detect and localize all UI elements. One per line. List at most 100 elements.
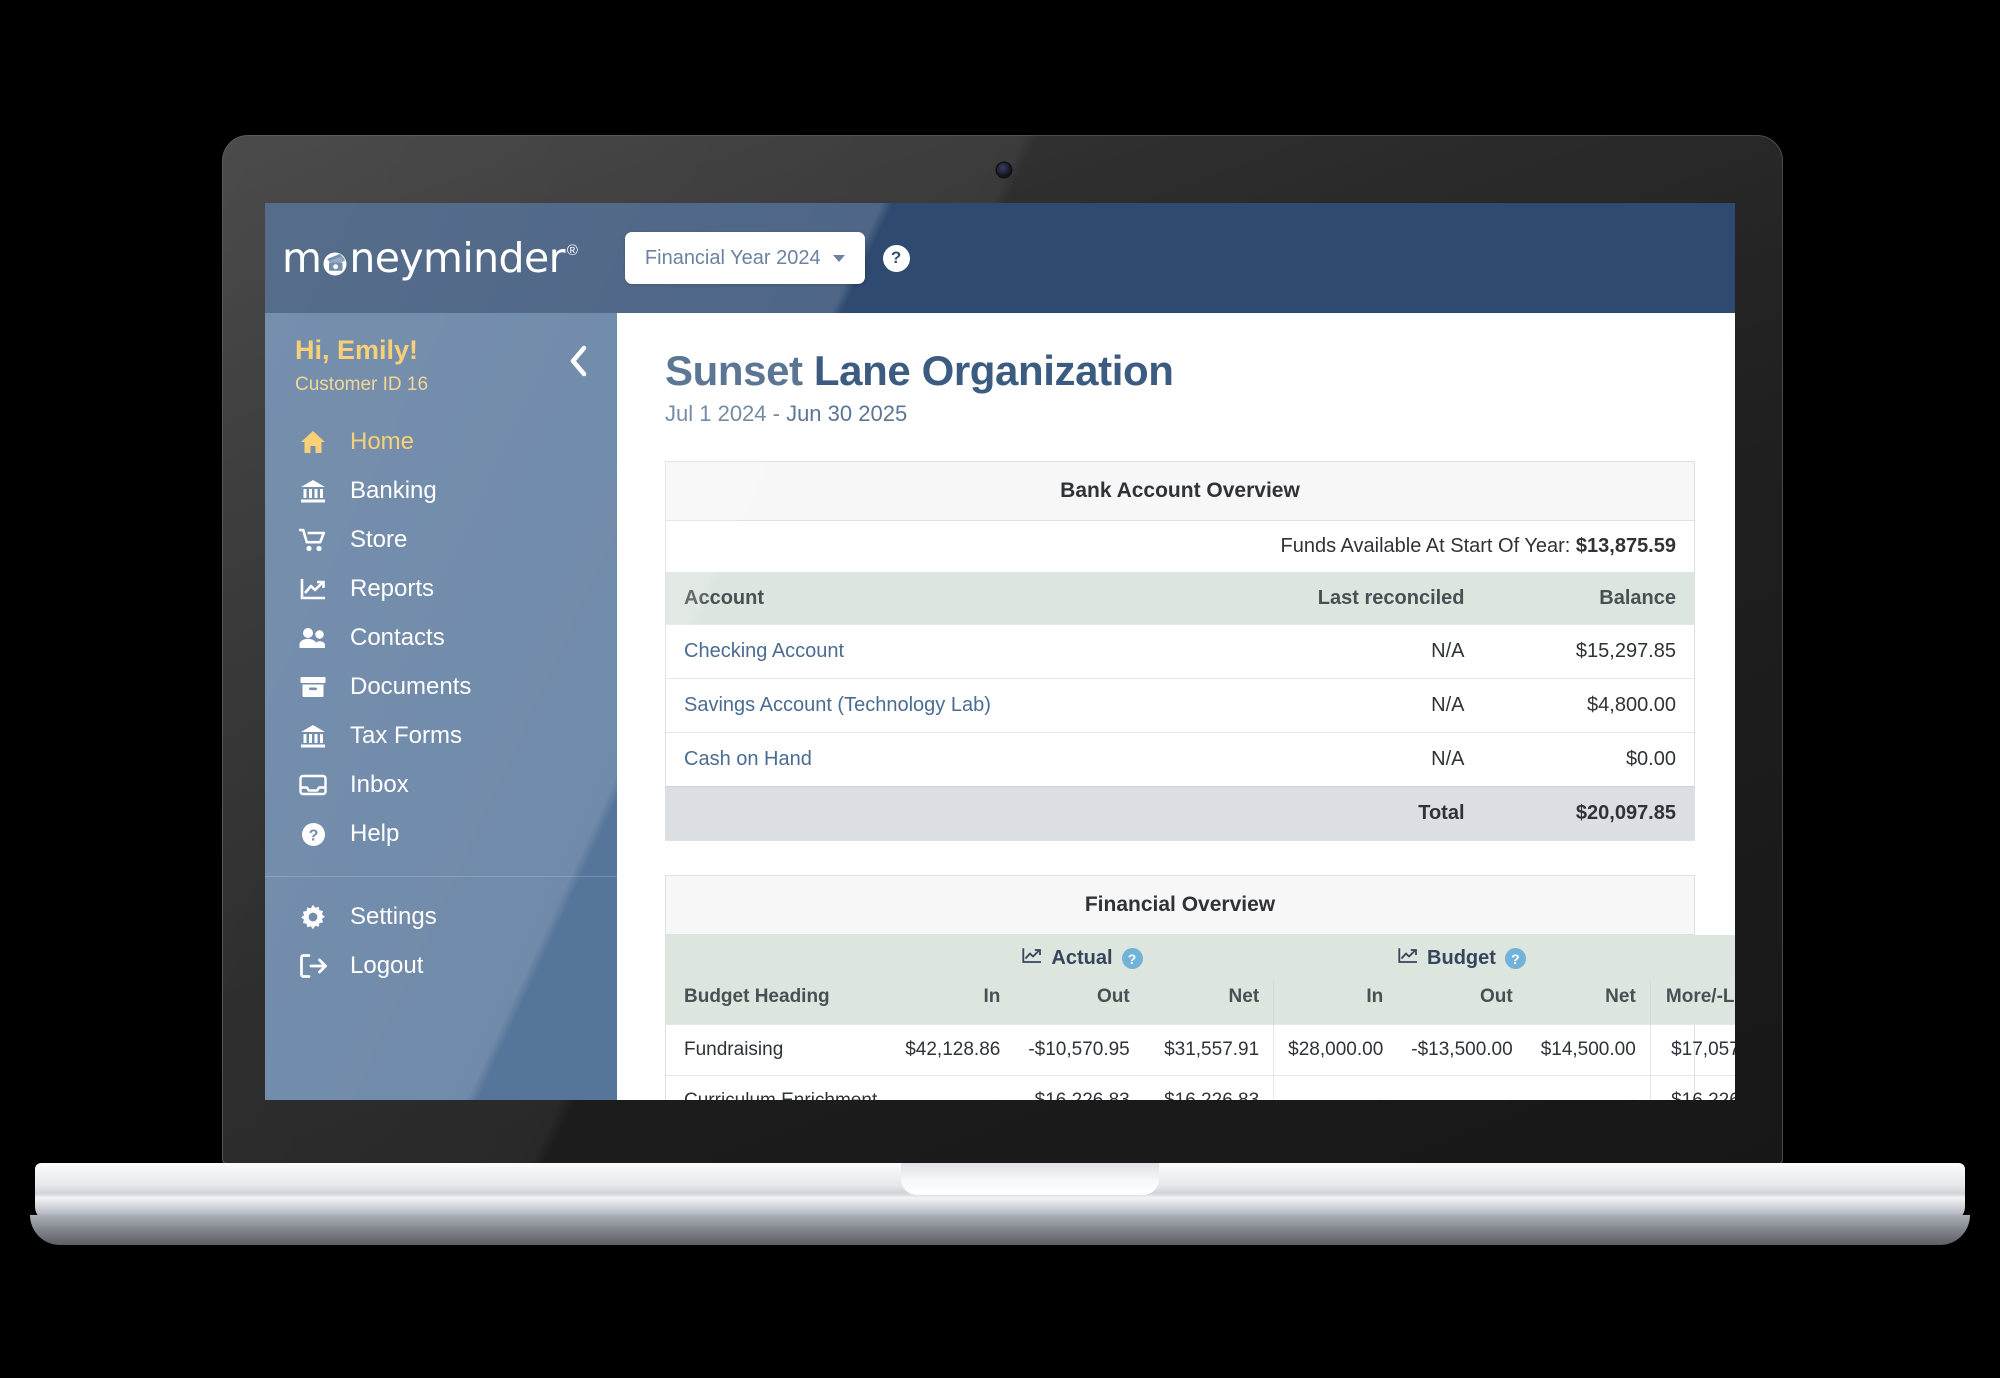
help-icon[interactable]: ?: [882, 244, 910, 272]
column-last-reconciled: Last reconciled: [1198, 573, 1483, 625]
column-budget-in: In: [1273, 980, 1398, 1025]
sidebar-item-label: Settings: [350, 903, 437, 930]
cell-balance: $15,297.85: [1482, 624, 1694, 679]
sidebar-item-logout[interactable]: Logout: [265, 942, 617, 990]
table-row: Curriculum Enrichment - -$16,226.83 -$16…: [666, 1075, 1735, 1100]
gear-icon: [298, 904, 328, 930]
cell-budget-net: -: [1526, 1075, 1651, 1100]
financial-overview-table: Actual ? Budget ? Budget Heading In Out …: [666, 935, 1735, 1100]
column-actual-out: Out: [1014, 980, 1144, 1025]
funds-available-label: Funds Available At Start Of Year:: [1280, 535, 1571, 557]
home-icon: [298, 430, 328, 454]
logo-text-first: m: [282, 233, 322, 282]
chart-icon: [1022, 947, 1042, 970]
cell-budget-in: -: [1273, 1075, 1398, 1100]
bank-accounts-table: Account Last reconciled Balance Checking…: [666, 573, 1694, 840]
financial-year-dropdown[interactable]: Financial Year 2024: [624, 232, 865, 284]
money-roll-icon: [320, 244, 350, 275]
cell-account: Cash on Hand: [666, 732, 1199, 787]
financial-overview-card: Financial Overview Actual ? Budget ? Bud…: [665, 875, 1735, 1100]
bank-overview-heading: Bank Account Overview: [666, 462, 1694, 521]
sidebar-user-block: Hi, Emily! Customer ID 16: [265, 335, 617, 396]
cart-icon: [298, 528, 328, 552]
financial-year-label: Financial Year 2024: [644, 246, 821, 269]
bank-account-overview-card: Bank Account Overview Funds Available At…: [665, 461, 1695, 841]
screenshot-stage: m neyminder ® Financial Year 2024 ? Hi, E…: [0, 0, 2000, 1378]
sidebar-item-contacts[interactable]: Contacts: [265, 614, 617, 662]
sidebar-item-reports[interactable]: Reports: [265, 565, 617, 613]
date-range: Jul 1 2024 - Jun 30 2025: [665, 401, 908, 426]
customer-id-text: Customer ID 16: [295, 374, 429, 395]
column-budget-net: Net: [1526, 980, 1651, 1025]
column-budget-heading: Budget Heading: [666, 980, 892, 1025]
sidebar-item-label: Inbox: [350, 771, 409, 798]
sidebar: Hi, Emily! Customer ID 16 Home Banking S…: [265, 313, 617, 1100]
sidebar-item-banking[interactable]: Banking: [265, 467, 617, 515]
people-icon: [298, 627, 328, 649]
cell-account: Checking Account: [666, 624, 1199, 679]
greeting-text: Hi, Emily!: [295, 335, 419, 365]
table-row: Checking Account N/A $15,297.85: [666, 624, 1694, 679]
cell-actual-net: $31,557.91: [1143, 1024, 1274, 1076]
sidebar-item-label: Store: [350, 526, 408, 553]
table-row: Fundraising $42,128.86 -$10,570.95 $31,5…: [666, 1024, 1735, 1076]
account-link[interactable]: Savings Account (Technology Lab): [684, 694, 991, 716]
sidebar-item-inbox[interactable]: Inbox: [265, 761, 617, 809]
column-actual-in: In: [891, 980, 1015, 1025]
column-actual-net: Net: [1143, 980, 1274, 1025]
sidebar-item-tax-forms[interactable]: Tax Forms: [265, 712, 617, 760]
cell-budget-out: -$13,500.00: [1397, 1024, 1527, 1076]
group-actual: Actual ?: [891, 935, 1274, 980]
group-budget-label: Budget: [1427, 947, 1496, 969]
table-row: Cash on Hand N/A $0.00: [666, 732, 1694, 787]
sidebar-item-label: Reports: [350, 575, 435, 602]
sidebar-nav: Home Banking Store Reports Contacts Docu…: [265, 418, 617, 990]
main-content: Sunset Lane Organization Jul 1 2024 - Ju…: [617, 313, 1735, 1100]
logo-registered-mark: ®: [566, 241, 578, 259]
cell-empty: [666, 786, 1199, 840]
app-body: Hi, Emily! Customer ID 16 Home Banking S…: [265, 313, 1735, 1100]
sidebar-item-label: Contacts: [350, 624, 445, 651]
sidebar-item-label: Banking: [350, 477, 437, 504]
group-actual-label: Actual: [1051, 947, 1113, 969]
sidebar-item-home[interactable]: Home: [265, 418, 617, 466]
sidebar-item-store[interactable]: Store: [265, 516, 617, 564]
table-header-row: Account Last reconciled Balance: [666, 573, 1694, 625]
page-title: Sunset Lane Organization: [665, 347, 1174, 394]
cell-actual-in: -: [891, 1075, 1015, 1100]
funds-available-value: $13,875.59: [1575, 535, 1676, 557]
sidebar-item-label: Logout: [350, 952, 424, 979]
cell-more-less: -$16,226.83: [1649, 1075, 1735, 1100]
sidebar-divider: [265, 876, 617, 877]
moneyminder-logo[interactable]: m neyminder ®: [282, 237, 578, 279]
cell-budget-heading: Fundraising: [666, 1024, 892, 1076]
laptop-screen: m neyminder ® Financial Year 2024 ? Hi, E…: [265, 203, 1735, 1100]
table-total-row: Total $20,097.85: [666, 786, 1694, 840]
sidebar-item-label: Help: [350, 820, 400, 847]
financial-overview-heading: Financial Overview: [666, 876, 1694, 935]
column-balance: Balance: [1482, 573, 1694, 625]
sidebar-item-documents[interactable]: Documents: [265, 663, 617, 711]
chart-icon: [1398, 947, 1418, 970]
sidebar-item-settings[interactable]: Settings: [265, 893, 617, 941]
question-circle-icon: ?: [298, 822, 328, 847]
bank-icon: [298, 724, 328, 748]
account-link[interactable]: Checking Account: [684, 640, 844, 662]
cell-actual-in: $42,128.86: [891, 1024, 1015, 1076]
help-icon[interactable]: ?: [1121, 948, 1143, 969]
total-label: Total: [1198, 786, 1483, 840]
table-header-row: Budget Heading In Out Net In Out Net Mor…: [666, 980, 1735, 1025]
sidebar-item-help[interactable]: ? Help: [265, 810, 617, 858]
help-icon[interactable]: ?: [1504, 948, 1526, 969]
cell-last-reconciled: N/A: [1198, 732, 1483, 787]
svg-text:?: ?: [308, 827, 318, 844]
laptop-base-notch: [901, 1163, 1159, 1195]
webcam-icon: [997, 163, 1011, 177]
column-account: Account: [666, 573, 1199, 625]
sidebar-collapse-button[interactable]: [563, 341, 593, 381]
cell-budget-net: $14,500.00: [1526, 1024, 1651, 1076]
column-more-less: More/-Less: [1649, 980, 1735, 1025]
account-link[interactable]: Cash on Hand: [684, 748, 812, 770]
logout-icon: [298, 954, 328, 978]
cell-budget-in: $28,000.00: [1273, 1024, 1398, 1076]
